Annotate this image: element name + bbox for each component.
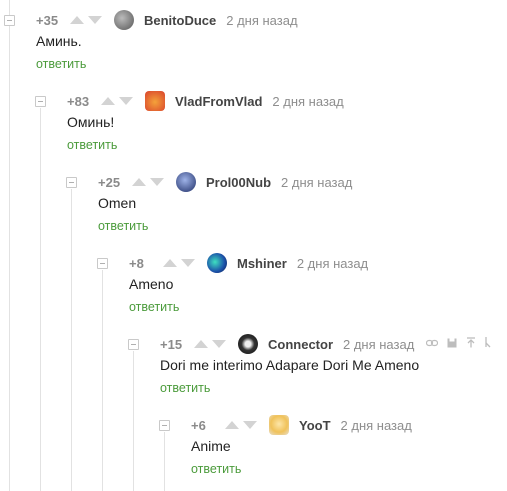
comment-rating: +6	[191, 417, 206, 433]
collapse-button[interactable]	[97, 258, 108, 269]
comment-time[interactable]: 2 дня назад	[226, 13, 297, 28]
reply-link[interactable]: ответить	[36, 57, 86, 71]
author-name[interactable]: YooT	[299, 418, 331, 433]
comment-text: Anime	[191, 438, 231, 454]
comment-rating: +35	[36, 12, 59, 28]
branch-icon[interactable]	[485, 337, 491, 351]
comment-rating: +83	[67, 93, 90, 109]
comment-time[interactable]: 2 дня назад	[343, 337, 414, 352]
author-name[interactable]: VladFromVlad	[175, 94, 262, 109]
author-name[interactable]: Mshiner	[237, 256, 287, 271]
upvote-arrow-icon[interactable]	[101, 97, 115, 105]
reply-link[interactable]: ответить	[191, 462, 241, 476]
downvote-arrow-icon[interactable]	[88, 16, 102, 24]
comment: +35 BenitoDuce 2 дня назад Аминь. ответи…	[0, 0, 507, 81]
collapse-button[interactable]	[4, 15, 15, 26]
comment-time[interactable]: 2 дня назад	[341, 418, 412, 433]
comment: +25 Prol00Nub 2 дня назад Omen ответить	[0, 162, 507, 243]
comment-rating: +25	[98, 174, 121, 190]
comment-text: Dori me interimo Adapare Dori Me Ameno	[160, 357, 420, 373]
upvote-arrow-icon[interactable]	[194, 340, 208, 348]
link-icon[interactable]	[426, 339, 439, 350]
downvote-arrow-icon[interactable]	[181, 259, 195, 267]
reply-link[interactable]: ответить	[98, 219, 148, 233]
author-name[interactable]: Connector	[268, 337, 333, 352]
comment-rating: +15	[160, 336, 183, 352]
comment: +83 VladFromVlad 2 дня назад Оминь! отве…	[0, 81, 507, 162]
reply-link[interactable]: ответить	[129, 300, 179, 314]
avatar[interactable]	[238, 334, 258, 354]
comment-text: Аминь.	[36, 33, 82, 49]
comment: +6 YooT 2 дня назад Anime ответить	[0, 405, 507, 486]
collapse-button[interactable]	[159, 420, 170, 431]
downvote-arrow-icon[interactable]	[150, 178, 164, 186]
avatar[interactable]	[176, 172, 196, 192]
collapse-button[interactable]	[66, 177, 77, 188]
author-name[interactable]: Prol00Nub	[206, 175, 271, 190]
avatar[interactable]	[145, 91, 165, 111]
upvote-arrow-icon[interactable]	[163, 259, 177, 267]
comment-text: Omen	[98, 195, 137, 211]
scroll-top-icon[interactable]	[466, 337, 476, 351]
upvote-arrow-icon[interactable]	[70, 16, 84, 24]
comment-time[interactable]: 2 дня назад	[272, 94, 343, 109]
avatar[interactable]	[269, 415, 289, 435]
author-name[interactable]: BenitoDuce	[144, 13, 216, 28]
comment: +8 Mshiner 2 дня назад Ameno ответить	[0, 243, 507, 324]
downvote-arrow-icon[interactable]	[119, 97, 133, 105]
comment-time[interactable]: 2 дня назад	[297, 256, 368, 271]
comment-tools	[426, 337, 491, 351]
comment-time[interactable]: 2 дня назад	[281, 175, 352, 190]
comment-text: Оминь!	[67, 114, 115, 130]
avatar[interactable]	[207, 253, 227, 273]
upvote-arrow-icon[interactable]	[225, 421, 239, 429]
save-icon[interactable]	[447, 338, 457, 351]
comment-text: Ameno	[129, 276, 174, 292]
comment-rating: +8	[129, 255, 144, 271]
collapse-button[interactable]	[128, 339, 139, 350]
reply-link[interactable]: ответить	[67, 138, 117, 152]
reply-link[interactable]: ответить	[160, 381, 210, 395]
downvote-arrow-icon[interactable]	[243, 421, 257, 429]
downvote-arrow-icon[interactable]	[212, 340, 226, 348]
comment: +15 Connector 2 дня назад Dori me interi…	[0, 324, 507, 405]
avatar[interactable]	[114, 10, 134, 30]
collapse-button[interactable]	[35, 96, 46, 107]
upvote-arrow-icon[interactable]	[132, 178, 146, 186]
